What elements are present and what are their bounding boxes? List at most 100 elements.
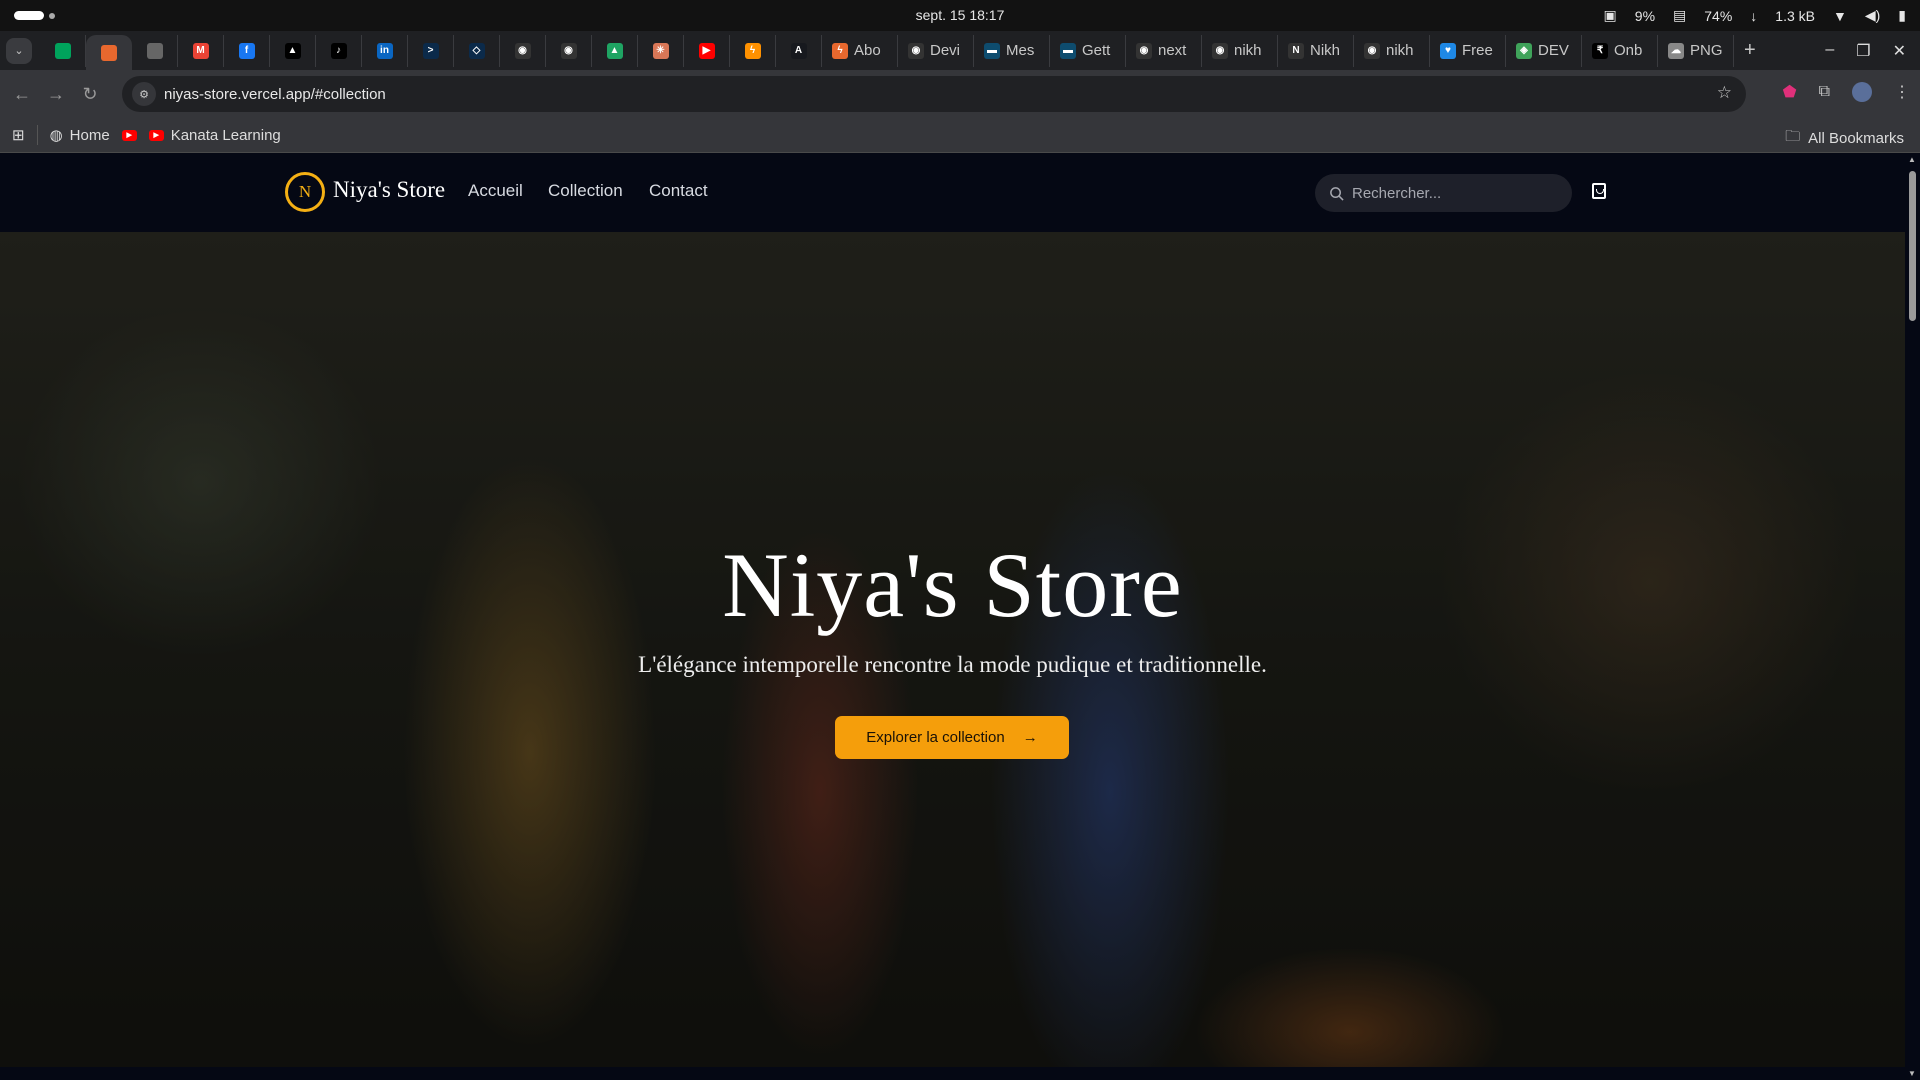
bookmark-kanata[interactable]: ▶ Kanata Learning [148, 127, 281, 144]
browser-tab[interactable]: in [362, 34, 408, 67]
youtube-bookmark-icon[interactable]: ▶ [121, 129, 137, 141]
network-speed: 1.3 kB [1775, 7, 1815, 24]
github-icon: ◉ [1364, 42, 1380, 59]
scroll-up-icon[interactable]: ▲ [1908, 155, 1916, 164]
browser-tab[interactable] [40, 34, 86, 67]
volume-icon[interactable]: ◀) [1865, 7, 1880, 24]
browser-tab[interactable]: ◉ nikh [1354, 34, 1430, 67]
nav-accueil[interactable]: Accueil [468, 181, 523, 201]
browser-tab[interactable] [86, 34, 132, 71]
web-page: N Niya's Store Accueil Collection Contac… [0, 153, 1905, 1080]
browser-tab[interactable]: ▲ [270, 34, 316, 67]
browser-tab[interactable]: ₹ Onb [1582, 34, 1658, 67]
battery-icon[interactable]: ▮ [1898, 7, 1906, 24]
browser-tab[interactable]: f [224, 34, 270, 67]
ublock-extension-icon[interactable]: ⬟ [1783, 82, 1797, 102]
profile-avatar[interactable] [1852, 82, 1872, 102]
site-settings-icon[interactable]: ⚙ [132, 82, 156, 106]
address-bar[interactable]: ⚙ niyas-store.vercel.app/#collection ☆ [122, 76, 1746, 112]
all-bookmarks[interactable]: 🗀 All Bookmarks [1785, 126, 1904, 151]
restore-icon[interactable]: ❐ [1856, 41, 1870, 61]
youtube-icon: ▶ [148, 129, 164, 141]
extensions-icon[interactable]: ⧉ [1819, 83, 1830, 101]
download-icon: ↓ [1750, 7, 1758, 24]
terminal-icon: > [422, 42, 439, 59]
tab-strip: ⌄ Mf ▲ ♪ in > ◇ ◉ ◉ ▲ ✳ ▶ ϟ Aϟ Abo ◉ Devi ▬ Mes ▬ Gett ◉ next… [0, 31, 1920, 71]
bookmark-home[interactable]: ◍ Home [49, 126, 110, 145]
hero-bottom-edge [0, 1067, 1905, 1080]
scroll-down-icon[interactable]: ▼ [1908, 1069, 1916, 1078]
browser-tab[interactable]: ▶ [684, 34, 730, 67]
apps-icon[interactable]: ⊞ [12, 126, 25, 144]
browser-tab[interactable]: ◉ Devi [898, 34, 974, 67]
close-icon[interactable]: ✕ [1893, 41, 1906, 61]
scrollbar-thumb[interactable] [1909, 171, 1916, 321]
new-tab-button[interactable]: + [1734, 39, 1766, 62]
vercel-icon: ▲ [284, 42, 301, 59]
browser-tab[interactable]: ☁ PNG [1658, 34, 1734, 67]
forward-button[interactable]: → [39, 84, 73, 105]
bookmark-star-icon[interactable]: ☆ [1717, 83, 1732, 103]
linkedin-icon: in [376, 42, 393, 59]
tiktok-icon: ♪ [330, 42, 347, 59]
browser-tab[interactable]: ◈ DEV [1506, 34, 1582, 67]
nav-contact[interactable]: Contact [649, 181, 708, 201]
tab-title: Onb [1614, 42, 1643, 59]
firebase-icon: ϟ [744, 42, 761, 59]
bolt-icon: ϟ [832, 42, 848, 59]
cta-label: Explorer la collection [866, 729, 1005, 746]
url-text[interactable]: niyas-store.vercel.app/#collection [164, 86, 386, 103]
minimize-icon[interactable]: – [1825, 41, 1834, 61]
browser-tab[interactable]: ✳ [638, 34, 684, 67]
browser-tab[interactable]: ϟ Abo [822, 34, 898, 67]
menu-icon[interactable]: ⋮ [1894, 82, 1910, 102]
browser-tab[interactable]: ♥ Free [1430, 34, 1506, 67]
browser-tab[interactable]: A [776, 34, 822, 67]
folder-icon: 🗀 [1785, 128, 1801, 145]
browser-tab[interactable]: ◉ [546, 34, 592, 67]
logo[interactable]: N [285, 172, 325, 212]
browser-tab[interactable]: ♪ [316, 34, 362, 67]
search-icon [1330, 186, 1344, 201]
browser-tab[interactable] [132, 34, 178, 67]
search-input[interactable]: Rechercher... [1315, 174, 1572, 212]
tab-title: nikh [1234, 42, 1262, 59]
page-scrollbar[interactable]: ▲ ▼ [1905, 153, 1920, 1080]
back-button[interactable]: ← [5, 84, 39, 105]
brand-name[interactable]: Niya's Store [333, 177, 445, 203]
app-icon: ▬ [1060, 42, 1076, 59]
tab-title: Abo [854, 42, 881, 59]
hero-section: Niya's Store L'élégance intemporelle ren… [0, 232, 1905, 1067]
browser-tab[interactable]: > [408, 34, 454, 67]
memory-icon: ▤ [1673, 7, 1687, 23]
browser-tab[interactable]: ϟ [730, 34, 776, 67]
tab-title: Mes [1006, 42, 1035, 59]
browser-tab[interactable]: ▲ [592, 34, 638, 67]
browser-tab[interactable]: ◉ nikh [1202, 34, 1278, 67]
window-controls: – ❐ ✕ [1825, 41, 1920, 61]
browser-tab[interactable]: ▬ Mes [974, 34, 1050, 67]
reload-button[interactable]: ↻ [73, 84, 107, 105]
browser-tab[interactable]: ◇ [454, 34, 500, 67]
tab-title: nikh [1386, 42, 1414, 59]
browser-tab[interactable]: ▬ Gett [1050, 34, 1126, 67]
browser-tab[interactable]: ◉ next [1126, 34, 1202, 67]
tab-search-button[interactable]: ⌄ [6, 37, 32, 64]
gmail-icon: M [192, 42, 209, 59]
browser-tab[interactable]: ◉ [500, 34, 546, 67]
github-icon: ◉ [1136, 42, 1152, 59]
search-placeholder: Rechercher... [1352, 184, 1442, 202]
cpu-usage: 9% [1634, 7, 1656, 24]
wifi-icon[interactable]: ▼ [1833, 8, 1847, 24]
shopping-bag-icon[interactable] [1592, 183, 1606, 199]
globe-icon: ◍ [49, 127, 63, 144]
arrow-right-icon: → [1022, 729, 1038, 746]
tab-title: Devi [930, 42, 961, 59]
browser-tab[interactable]: M [178, 34, 224, 67]
tab-title: Gett [1082, 42, 1111, 59]
explore-collection-button[interactable]: Explorer la collection → [835, 716, 1069, 759]
nav-collection[interactable]: Collection [548, 181, 623, 201]
browser-tab[interactable]: N Nikh [1278, 34, 1354, 67]
logo-letter: N [298, 182, 312, 201]
bookmarks-bar: ⊞ ◍ Home ▶ ▶ Kanata Learning 🗀 All Bookmark… [0, 118, 1920, 153]
